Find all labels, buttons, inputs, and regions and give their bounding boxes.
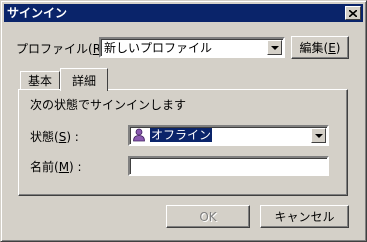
signin-dialog: サインイン プロファイル(R): 新しいプロファイル 編集(E) 基本 詳細 次…	[0, 0, 367, 242]
close-icon	[349, 9, 357, 17]
name-label: 名前(M) :	[30, 160, 82, 174]
profile-dropdown-button[interactable]	[267, 40, 282, 55]
title-bar[interactable]: サインイン	[4, 4, 363, 22]
cancel-button[interactable]: キャンセル	[260, 205, 349, 228]
chevron-down-icon	[314, 133, 323, 138]
state-select-value: オフライン	[150, 128, 213, 142]
edit-button[interactable]: 編集(E)	[291, 36, 349, 59]
tab-basic[interactable]: 基本	[20, 71, 60, 89]
state-label: 状態(S) :	[30, 130, 79, 144]
profile-select-value: 新しいプロファイル	[104, 41, 213, 55]
profile-label: プロファイル(R):	[16, 42, 110, 56]
tab-detail[interactable]: 詳細	[60, 68, 108, 91]
detail-heading: 次の状態でサインインします	[30, 98, 187, 112]
state-dropdown-button[interactable]	[311, 128, 326, 143]
window-title: サインイン	[7, 6, 68, 20]
user-icon	[133, 128, 145, 142]
close-button[interactable]	[345, 6, 361, 20]
profile-select[interactable]: 新しいプロファイル	[99, 37, 285, 58]
state-select[interactable]: オフライン	[128, 125, 329, 146]
name-input[interactable]	[128, 156, 329, 176]
ok-button[interactable]: OK	[166, 205, 250, 228]
chevron-down-icon	[270, 45, 279, 50]
